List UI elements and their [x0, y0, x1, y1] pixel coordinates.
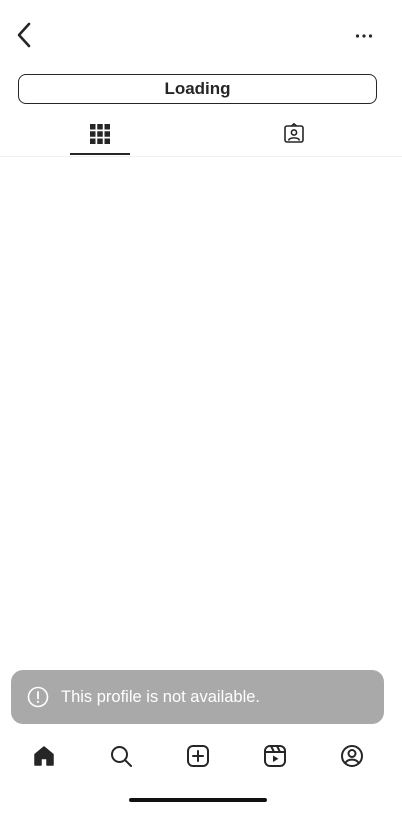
chevron-left-icon	[17, 22, 31, 48]
tab-posts-grid[interactable]	[70, 112, 130, 156]
loading-label: Loading	[164, 79, 231, 98]
profile-icon	[341, 745, 363, 767]
nav-create-button[interactable]	[184, 742, 212, 770]
tagged-person-icon	[284, 123, 304, 143]
top-bar	[0, 0, 402, 70]
home-indicator	[129, 798, 267, 802]
create-plus-icon	[187, 745, 209, 767]
search-icon	[111, 746, 132, 767]
toast-notification: This profile is not available.	[11, 670, 384, 724]
home-icon	[34, 746, 54, 766]
nav-search-button[interactable]	[107, 742, 135, 770]
reels-icon	[264, 745, 286, 767]
nav-home-button[interactable]	[30, 742, 58, 770]
ellipsis-icon	[355, 34, 373, 38]
nav-reels-button[interactable]	[261, 742, 289, 770]
back-button[interactable]	[8, 18, 40, 52]
tab-tagged[interactable]	[264, 112, 324, 156]
profile-page: Loading This profile is not available.	[0, 0, 402, 827]
profile-tabs	[0, 112, 402, 157]
toast-message: This profile is not available.	[61, 687, 261, 706]
grid-icon	[90, 124, 110, 144]
bottom-nav	[0, 736, 402, 776]
active-tab-indicator	[70, 153, 130, 155]
more-options-button[interactable]	[350, 26, 378, 46]
alert-circle-icon	[27, 686, 49, 708]
loading-button[interactable]: Loading	[18, 74, 377, 104]
nav-profile-button[interactable]	[338, 742, 366, 770]
